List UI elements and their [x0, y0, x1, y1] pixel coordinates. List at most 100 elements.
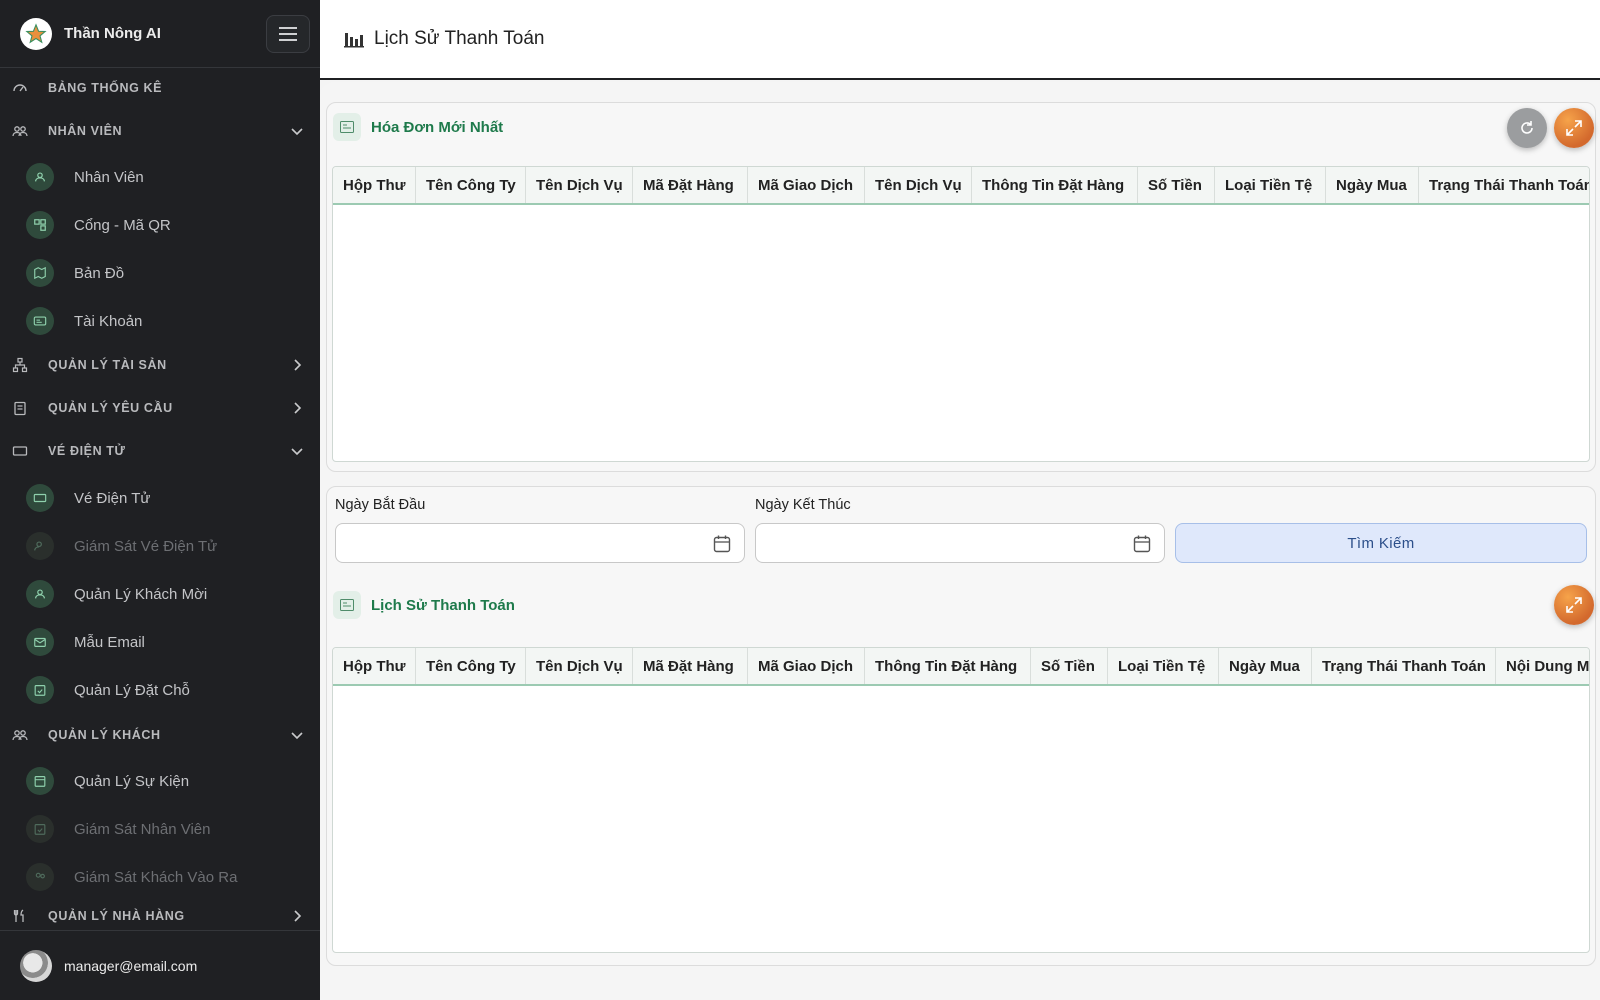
column-header[interactable]: Trạng Thái Thanh Toán: [1419, 167, 1589, 203]
refresh-button[interactable]: [1507, 108, 1547, 148]
fork-knife-icon: [13, 909, 24, 922]
sidebar-item-label: Giám Sát Vé Điện Tử: [74, 537, 218, 555]
sidebar-item-email-template[interactable]: Mẫu Email: [0, 620, 320, 664]
sidebar-section-assets[interactable]: QUẢN LÝ TÀI SẢN: [0, 345, 320, 385]
sidebar-item-label: Mẫu Email: [74, 633, 145, 651]
sidebar-section-restaurant[interactable]: QUẢN LÝ NHÀ HÀNG: [0, 901, 320, 931]
sidebar-item-label: Giám Sát Nhân Viên: [74, 820, 211, 838]
sidebar-section-requests[interactable]: QUẢN LÝ YÊU CẦU: [0, 388, 320, 428]
sidebar-item-label: Quản Lý Đặt Chỗ: [74, 681, 190, 699]
hierarchy-icon: [12, 357, 28, 373]
sidebar-section-label: QUẢN LÝ YÊU CẦU: [48, 401, 173, 415]
column-header[interactable]: Nội Dung M: [1496, 648, 1589, 684]
column-header[interactable]: Loại Tiền Tệ: [1215, 167, 1326, 203]
column-header[interactable]: Tên Dịch Vụ: [526, 167, 633, 203]
sidebar-section-label: QUẢN LÝ KHÁCH: [48, 728, 161, 742]
calendar-icon[interactable]: [1132, 534, 1152, 554]
column-header[interactable]: Hộp Thư: [333, 648, 416, 684]
user-icon: [26, 580, 54, 608]
start-date-field[interactable]: [335, 523, 745, 563]
chevron-right-icon: [294, 910, 302, 922]
payment-history-title: Lịch Sử Thanh Toán: [371, 596, 515, 614]
column-header[interactable]: Tên Công Ty: [416, 167, 526, 203]
sidebar-item-account[interactable]: Tài Khoản: [0, 299, 320, 343]
hamburger-icon: [279, 27, 297, 41]
sidebar-section-label: QUẢN LÝ NHÀ HÀNG: [48, 909, 185, 923]
dashboard-gauge-icon: [13, 84, 27, 92]
sidebar-item-events[interactable]: Quản Lý Sự Kiện: [0, 759, 320, 803]
column-header[interactable]: Mã Đặt Hàng: [633, 167, 748, 203]
payment-history-table: Hộp Thư Tên Công Ty Tên Dịch Vụ Mã Đặt H…: [332, 647, 1590, 953]
bar-chart-icon: [344, 33, 364, 48]
ticket-icon: [26, 484, 54, 512]
column-header[interactable]: Số Tiền: [1031, 648, 1108, 684]
column-header[interactable]: Tên Dịch Vụ: [526, 648, 633, 684]
search-button[interactable]: Tìm Kiếm: [1175, 523, 1587, 563]
sidebar-item-eticket-monitor[interactable]: Giám Sát Vé Điện Tử: [0, 524, 320, 568]
column-header[interactable]: Mã Giao Dịch: [748, 167, 865, 203]
calendar-icon[interactable]: [712, 534, 732, 554]
sidebar-user[interactable]: manager@email.com: [0, 930, 320, 1000]
sidebar-item-invited-guests[interactable]: Quản Lý Khách Mời: [0, 572, 320, 616]
column-header[interactable]: Ngày Mua: [1326, 167, 1419, 203]
column-header[interactable]: Hộp Thư: [333, 167, 416, 203]
sidebar-section-staff[interactable]: NHÂN VIÊN: [0, 111, 320, 151]
column-header[interactable]: Mã Đặt Hàng: [633, 648, 748, 684]
column-header[interactable]: Số Tiền: [1138, 167, 1215, 203]
invoice-icon: [333, 591, 361, 619]
app-name: Thần Nông AI: [64, 25, 161, 42]
sidebar-header: Thần Nông AI: [0, 0, 320, 68]
chevron-right-icon: [294, 359, 302, 371]
column-header[interactable]: Tên Công Ty: [416, 648, 526, 684]
column-header[interactable]: Thông Tin Đặt Hàng: [972, 167, 1138, 203]
mail-icon: [26, 628, 54, 656]
sidebar-section-label: BẢNG THỐNG KÊ: [48, 81, 163, 95]
end-date-input[interactable]: [756, 524, 1083, 562]
column-header[interactable]: Loại Tiền Tệ: [1108, 648, 1219, 684]
sidebar-section-label: VÉ ĐIỆN TỬ: [48, 444, 126, 458]
calendar-check-icon: [26, 676, 54, 704]
sidebar-item-booking[interactable]: Quản Lý Đặt Chỗ: [0, 668, 320, 712]
sidebar-section-eticket[interactable]: VÉ ĐIỆN TỬ: [0, 431, 320, 471]
sidebar-item-gate-qr[interactable]: Cổng - Mã QR: [0, 203, 320, 247]
sidebar-item-label: Cổng - Mã QR: [74, 216, 171, 234]
latest-invoices-table: Hộp Thư Tên Công Ty Tên Dịch Vụ Mã Đặt H…: [332, 166, 1590, 462]
sidebar-item-guest-inout-monitor[interactable]: Giám Sát Khách Vào Ra: [0, 855, 320, 899]
end-date-field[interactable]: [755, 523, 1165, 563]
column-header[interactable]: Trạng Thái Thanh Toán: [1312, 648, 1496, 684]
sidebar-item-label: Quản Lý Sự Kiện: [74, 772, 190, 790]
users-icon: [12, 126, 28, 137]
user-monitor-icon: [26, 532, 54, 560]
refresh-icon: [1521, 121, 1533, 134]
topbar: Lịch Sử Thanh Toán: [320, 0, 1600, 80]
expand-button[interactable]: [1554, 108, 1594, 148]
column-header[interactable]: Thông Tin Đặt Hàng: [865, 648, 1031, 684]
calendar-icon: [26, 767, 54, 795]
column-header[interactable]: Ngày Mua: [1219, 648, 1312, 684]
expand-icon: [1566, 597, 1582, 613]
map-icon: [26, 259, 54, 287]
sidebar-section-dashboard[interactable]: BẢNG THỐNG KÊ: [0, 68, 320, 108]
invoice-icon: [333, 113, 361, 141]
sidebar-item-staff-monitor[interactable]: Giám Sát Nhân Viên: [0, 807, 320, 851]
sidebar-item-label: Vé Điện Tử: [74, 489, 151, 507]
sidebar-item-map[interactable]: Bản Đồ: [0, 251, 320, 295]
start-date-input[interactable]: [336, 524, 663, 562]
sidebar-item-staff[interactable]: Nhân Viên: [0, 155, 320, 199]
sidebar-item-eticket[interactable]: Vé Điện Tử: [0, 476, 320, 520]
latest-invoices-header: Hóa Đơn Mới Nhất: [333, 113, 503, 141]
end-date-label: Ngày Kết Thúc: [755, 497, 851, 513]
expand-button[interactable]: [1554, 585, 1594, 625]
column-header[interactable]: Mã Giao Dịch: [748, 648, 865, 684]
app-logo-icon: [20, 17, 52, 50]
menu-toggle-button[interactable]: [266, 15, 310, 53]
user-email: manager@email.com: [64, 957, 198, 974]
sidebar-section-label: NHÂN VIÊN: [48, 124, 123, 138]
table-header-row: Hộp Thư Tên Công Ty Tên Dịch Vụ Mã Đặt H…: [333, 648, 1589, 686]
page-title: Lịch Sử Thanh Toán: [374, 28, 545, 49]
main-content: Hóa Đơn Mới Nhất Hộp Thư Tên Công Ty Tên…: [320, 82, 1600, 1000]
users-icon: [26, 863, 54, 891]
sidebar-section-guests[interactable]: QUẢN LÝ KHÁCH: [0, 715, 320, 755]
column-header[interactable]: Tên Dịch Vụ: [865, 167, 972, 203]
id-card-icon: [26, 307, 54, 335]
